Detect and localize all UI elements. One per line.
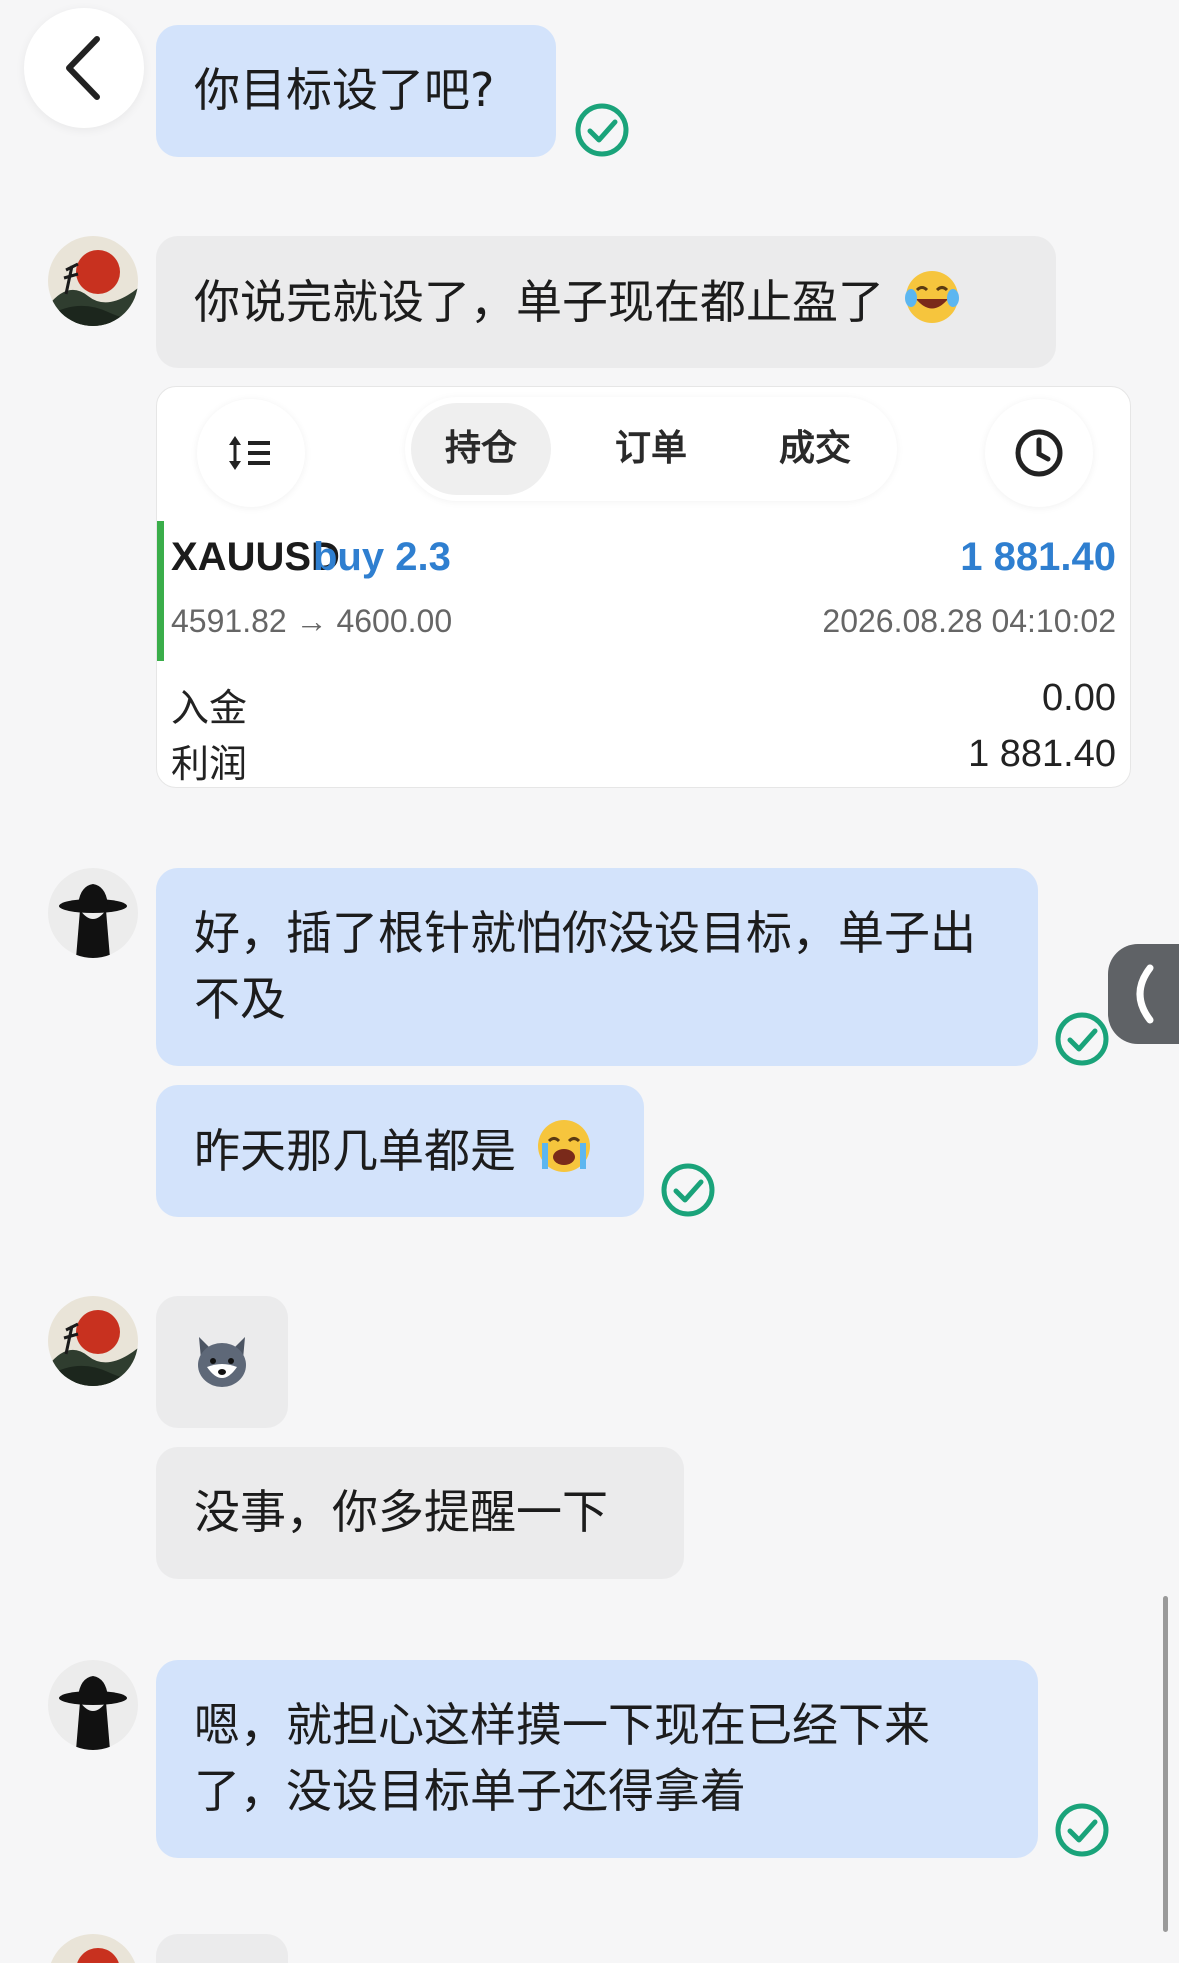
deposit-label: 入金 <box>171 686 248 730</box>
message-text: 你目标设了吧? <box>194 63 495 117</box>
user-avatar[interactable] <box>48 1660 138 1750</box>
sort-icon <box>229 436 270 470</box>
landscape-avatar-icon <box>48 1934 138 1963</box>
sort-button[interactable] <box>197 399 305 507</box>
landscape-avatar-icon <box>48 1296 138 1386</box>
trade-screenshot-card[interactable]: 持仓 订单 成交 XAUUSD buy 2.3 1 881.40 4591.82… <box>156 386 1131 788</box>
message-text: 你说完就设了，单子现在都止盈了 <box>194 275 884 329</box>
back-button[interactable] <box>24 8 144 128</box>
hat-figure-avatar-icon <box>48 868 138 958</box>
deposit-value: 0.00 <box>1042 677 1116 719</box>
message-bubble-incoming[interactable]: 没事，你多提醒一下 <box>156 1447 684 1579</box>
tab-positions[interactable]: 持仓 <box>411 403 551 495</box>
message-bubble-incoming[interactable] <box>156 1934 288 1963</box>
trade-tabs: 持仓 订单 成交 <box>405 397 897 501</box>
side-panel-handle[interactable] <box>1108 944 1179 1044</box>
contact-avatar[interactable] <box>48 236 138 326</box>
trade-datetime: 2026.08.28 04:10:02 <box>822 603 1116 639</box>
contact-avatar[interactable] <box>48 1934 138 1963</box>
clock-icon <box>1015 429 1063 477</box>
contact-avatar[interactable] <box>48 1296 138 1386</box>
user-avatar[interactable] <box>48 868 138 958</box>
message-text: 嗯，就担心这样摸一下现在已经下来了，没设目标单子还得拿着 <box>194 1698 930 1818</box>
chevron-left-icon <box>1136 964 1154 1024</box>
laughing-tears-emoji-icon <box>904 271 959 323</box>
message-bubble-outgoing[interactable]: 昨天那几单都是 <box>156 1085 644 1217</box>
trade-toolbar: 持仓 订单 成交 <box>157 387 1130 509</box>
trade-price-range: 4591.82 → 4600.00 <box>171 603 453 639</box>
trade-profit: 1 881.40 <box>960 535 1116 579</box>
message-bubble-outgoing[interactable]: 你目标设了吧? <box>156 25 556 157</box>
read-check-icon <box>1055 1803 1109 1857</box>
profit-value: 1 881.40 <box>968 733 1116 775</box>
position-indicator-bar <box>157 521 164 661</box>
hat-figure-avatar-icon <box>48 1660 138 1750</box>
message-bubble-outgoing[interactable]: 嗯，就担心这样摸一下现在已经下来了，没设目标单子还得拿着 <box>156 1660 1038 1858</box>
tab-deals[interactable]: 成交 <box>735 403 895 495</box>
message-text: 没事，你多提醒一下 <box>194 1485 608 1539</box>
landscape-avatar-icon <box>48 236 138 326</box>
tab-orders[interactable]: 订单 <box>571 403 731 495</box>
trade-side: buy 2.3 <box>313 535 451 579</box>
history-button[interactable] <box>985 399 1093 507</box>
sticker-bubble[interactable] <box>156 1296 288 1428</box>
message-text: 好，插了根针就怕你没设目标，单子出不及 <box>194 906 976 1026</box>
crying-emoji-icon <box>537 1120 590 1172</box>
message-bubble-outgoing[interactable]: 好，插了根针就怕你没设目标，单子出不及 <box>156 868 1038 1066</box>
chevron-left-icon <box>66 36 100 100</box>
scrollbar[interactable] <box>1163 1596 1168 1932</box>
husky-dog-sticker-icon <box>198 1337 246 1387</box>
message-bubble-incoming[interactable]: 你说完就设了，单子现在都止盈了 <box>156 236 1056 368</box>
profit-label: 利润 <box>171 742 248 786</box>
read-check-icon <box>575 103 629 157</box>
read-check-icon <box>661 1163 715 1217</box>
read-check-icon <box>1055 1012 1109 1066</box>
message-text: 昨天那几单都是 <box>194 1124 516 1178</box>
